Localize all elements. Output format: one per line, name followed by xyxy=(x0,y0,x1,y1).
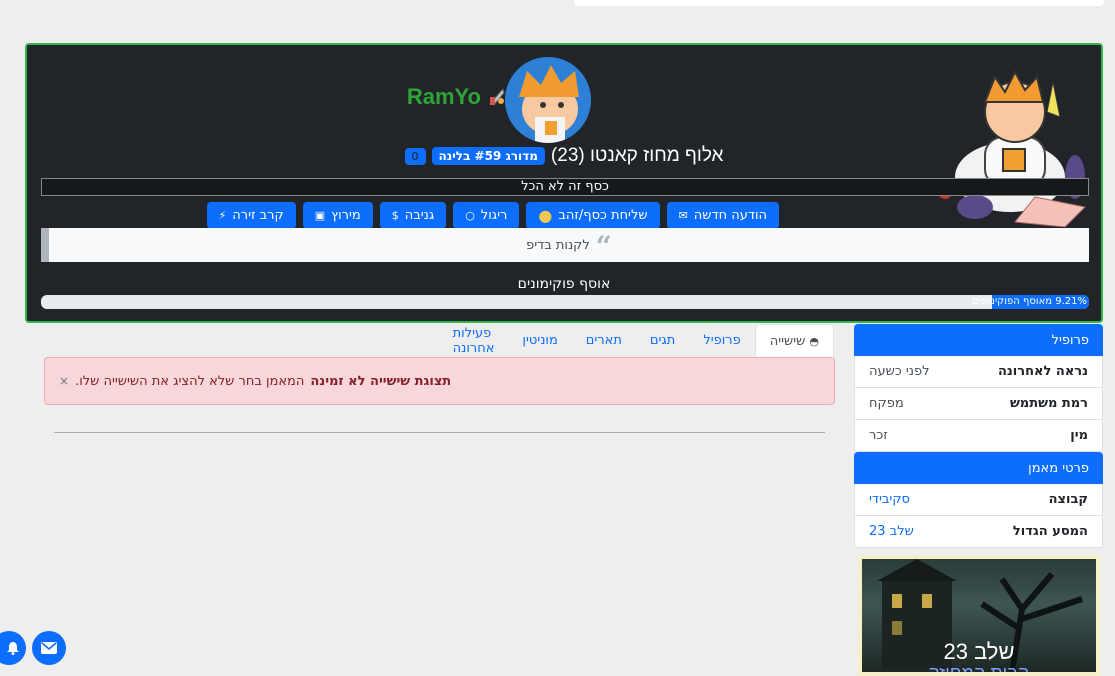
trainer-row-group: סקיבידי קבוצה xyxy=(854,484,1103,516)
money-note: כסף זה לא הכל xyxy=(41,178,1089,196)
quote-icon: “ xyxy=(595,230,612,263)
coins-icon: ● xyxy=(538,206,553,225)
pokeball-icon: ◓ xyxy=(809,334,819,348)
arena-battle-button[interactable]: ⚡ קרב זירה xyxy=(206,202,296,229)
quote-text: לקנות בדיפ xyxy=(526,237,590,253)
trainer-panel-header: פרטי מאמן xyxy=(854,452,1103,484)
profile-panel-header: פרופיל xyxy=(854,324,1103,356)
dollar-icon: $ xyxy=(391,209,399,222)
tab-profile[interactable]: פרופיל xyxy=(689,324,754,357)
stage-title: שלב 23 xyxy=(943,639,1015,664)
tab-recent-activity[interactable]: פעילות אחרונה xyxy=(439,324,509,357)
stage-card[interactable]: שלב 23 הבית המחוזק xyxy=(858,555,1100,676)
alert-text: המאמן בחר שלא להציג את השישייה שלו. xyxy=(75,373,305,389)
collection-title: אוסף פוקימונים xyxy=(517,276,611,292)
send-money-button[interactable]: ● שליחת כסף/זהב xyxy=(526,202,660,229)
username-row: RamYo xyxy=(367,83,507,111)
new-message-button[interactable]: ✉ הודעה חדשה xyxy=(666,202,779,229)
journey-link[interactable]: שלב 23 xyxy=(869,524,914,539)
divider xyxy=(54,432,825,433)
sword-icon xyxy=(489,88,505,106)
profile-avatar xyxy=(505,57,591,143)
steal-button[interactable]: $ גניבה xyxy=(379,202,447,229)
profile-quote: לקנות בדיפ “ xyxy=(41,228,1089,262)
profile-hero: RamYo אלוף מחוז קאנטו (23) מדורג #59 בלי… xyxy=(25,43,1103,323)
trainer-title: אלוף מחוז קאנטו (23) xyxy=(550,145,724,166)
tab-reputation[interactable]: מוניטין xyxy=(508,324,571,357)
profile-tabs: שישייה ◓ פרופיל תגים תארים מוניטין פעילו… xyxy=(440,324,834,357)
envelope-icon xyxy=(41,642,57,654)
rank-badge[interactable]: מדורג #59 בלינה xyxy=(431,147,545,165)
lightning-icon: ⚡ xyxy=(218,209,227,222)
group-link[interactable]: סקיבידי xyxy=(869,492,910,507)
profile-row-last-seen: לפני כשעה נראה לאחרונה xyxy=(854,356,1103,388)
stage-subtitle: הבית המחוזק xyxy=(862,663,1096,672)
profile-row-user-level: מפקח רמת משתמש xyxy=(854,388,1103,420)
notifications-button[interactable] xyxy=(0,631,26,665)
collection-progress: 9.21% מאוסף הפוקימונים xyxy=(41,295,1089,309)
spy-icon: ○ xyxy=(465,209,475,222)
messages-button[interactable] xyxy=(32,631,66,665)
six-unavailable-alert: תצוגת שישייה לא זמינה המאמן בחר שלא להצי… xyxy=(44,357,835,405)
action-buttons: ✉ הודעה חדשה ● שליחת כסף/זהב ○ ריגול $ ג… xyxy=(195,202,779,230)
trainer-row-journey: שלב 23 המסע הגדול xyxy=(854,516,1103,548)
top-panel-edge xyxy=(574,0,1104,6)
envelope-icon: ✉ xyxy=(678,209,688,222)
profile-row-gender: זכר מין xyxy=(854,420,1103,452)
trainer-avatar-art xyxy=(938,69,1087,227)
tab-badges[interactable]: תגים xyxy=(636,324,689,357)
title-row: אלוף מחוז קאנטו (23) מדורג #59 בלינה 0 xyxy=(27,143,1101,169)
tab-six[interactable]: שישייה ◓ xyxy=(754,324,834,357)
tab-titles[interactable]: תארים xyxy=(572,324,636,357)
haunted-house-image: שלב 23 הבית המחוזק xyxy=(862,559,1096,672)
collection-progress-bar: 9.21% מאוסף הפוקימונים xyxy=(972,295,1089,309)
bell-icon xyxy=(7,642,19,655)
username[interactable]: RamYo xyxy=(407,84,481,110)
count-badge: 0 xyxy=(404,147,426,165)
race-button[interactable]: ▣ מירוץ xyxy=(302,202,373,229)
alert-title: תצוגת שישייה לא זמינה xyxy=(310,373,452,389)
close-icon[interactable]: × xyxy=(59,374,69,388)
spy-button[interactable]: ○ ריגול xyxy=(453,202,520,229)
car-icon: ▣ xyxy=(314,209,326,222)
